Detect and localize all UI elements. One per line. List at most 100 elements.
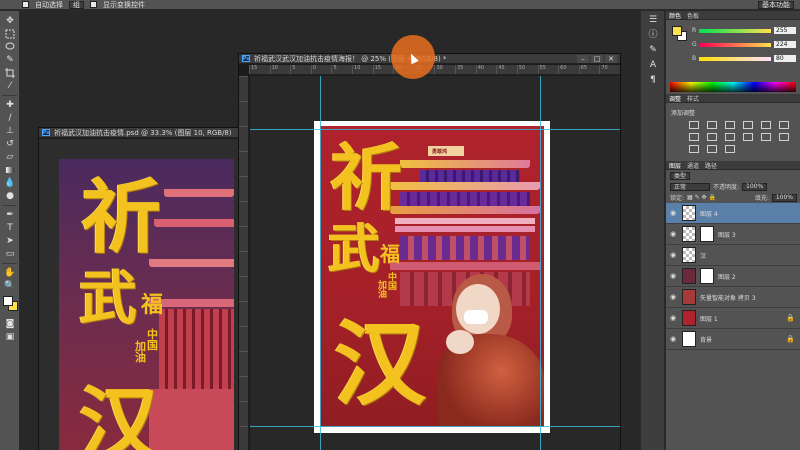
quick-mask-icon[interactable]: ◙ bbox=[3, 318, 17, 330]
layer-name[interactable]: 图层 1 bbox=[700, 314, 718, 323]
layer-name[interactable]: 汉 bbox=[700, 251, 706, 260]
visibility-eye-icon[interactable]: ◉ bbox=[670, 314, 678, 322]
path-select-icon[interactable]: ➤ bbox=[3, 235, 17, 247]
layer-row[interactable]: ◉ 图层 1 🔒 bbox=[666, 308, 800, 329]
document-canvas-front[interactable]: 勇敢鸿 祈 武 福 中国 加油 汉 bbox=[250, 76, 620, 450]
stamp-icon[interactable]: ⊥ bbox=[3, 125, 17, 137]
layer-thumbnail[interactable] bbox=[682, 268, 696, 284]
minimize-button[interactable]: – bbox=[577, 54, 589, 63]
marquee-icon[interactable] bbox=[3, 28, 17, 40]
layer-name[interactable]: 背景 bbox=[700, 335, 712, 344]
eyedropper-icon[interactable]: ⁄ bbox=[3, 80, 17, 92]
layer-row[interactable]: ◉ 矢量智能对象 拷贝 3 bbox=[666, 287, 800, 308]
hue-adjust-icon[interactable] bbox=[779, 121, 789, 129]
layer-row[interactable]: ◉ 背景 🔒 bbox=[666, 329, 800, 350]
document-window-front[interactable]: Ps 祈福武汉武汉加油抗击疫情海报！ @ 25% (图层 4, RGB/8) *… bbox=[238, 53, 621, 450]
visibility-eye-icon[interactable]: ◉ bbox=[670, 272, 678, 280]
layer-name[interactable]: 图层 3 bbox=[718, 230, 736, 239]
blend-mode-dropdown[interactable]: 正常 bbox=[670, 182, 710, 191]
fill-input[interactable]: 100% bbox=[771, 193, 797, 202]
vibrance-adjust-icon[interactable] bbox=[761, 121, 771, 129]
threshold-adjust-icon[interactable] bbox=[707, 145, 717, 153]
layer-row[interactable]: ◉ 图层 2 bbox=[666, 266, 800, 287]
tab-color[interactable]: 颜色 bbox=[669, 11, 681, 20]
zoom-icon[interactable]: 🔍 bbox=[3, 280, 17, 292]
quick-select-icon[interactable]: ✎ bbox=[3, 54, 17, 66]
color-swatches[interactable] bbox=[2, 296, 19, 318]
posterize-adjust-icon[interactable] bbox=[689, 145, 699, 153]
green-slider[interactable]: G 224 bbox=[692, 40, 796, 49]
lasso-icon[interactable] bbox=[3, 41, 17, 53]
color-balance-adjust-icon[interactable] bbox=[689, 133, 699, 141]
visibility-eye-icon[interactable]: ◉ bbox=[670, 293, 678, 301]
character-panel-icon[interactable]: A bbox=[646, 59, 660, 71]
visibility-eye-icon[interactable]: ◉ bbox=[670, 251, 678, 259]
history-panel-icon[interactable]: ☰ bbox=[646, 14, 660, 26]
brush-panel-icon[interactable]: ✎ bbox=[646, 44, 660, 56]
panel-foreground-swatch[interactable] bbox=[672, 26, 682, 36]
layer-filter-dropdown[interactable]: 类型 bbox=[670, 171, 691, 180]
document-window-back[interactable]: Ps 祈福武汉加油抗击疫情.psd @ 33.3% (图层 10, RGB/8)… bbox=[38, 127, 240, 450]
layer-row[interactable]: ◉ 图层 4 bbox=[666, 203, 800, 224]
tab-styles[interactable]: 样式 bbox=[687, 94, 699, 103]
screen-mode-icon[interactable]: ▣ bbox=[3, 331, 17, 343]
green-value[interactable]: 224 bbox=[774, 41, 796, 48]
paragraph-panel-icon[interactable]: ¶ bbox=[646, 74, 660, 86]
brush-icon[interactable]: ∕ bbox=[3, 112, 17, 124]
tab-channels[interactable]: 通道 bbox=[687, 161, 699, 170]
brightness-adjust-icon[interactable] bbox=[689, 121, 699, 129]
show-transform-checkbox[interactable] bbox=[90, 1, 97, 8]
red-value[interactable]: 255 bbox=[774, 27, 796, 34]
close-button[interactable]: ✕ bbox=[605, 54, 617, 63]
layer-mask-thumbnail[interactable] bbox=[700, 226, 714, 242]
blur-icon[interactable]: 💧 bbox=[3, 177, 17, 189]
tab-layers[interactable]: 图层 bbox=[669, 161, 681, 170]
healing-icon[interactable]: ✚ bbox=[3, 99, 17, 111]
tab-swatches[interactable]: 色板 bbox=[687, 11, 699, 20]
auto-select-dropdown[interactable]: 组 bbox=[69, 0, 84, 9]
opacity-input[interactable]: 100% bbox=[742, 182, 768, 191]
layer-thumbnail[interactable] bbox=[682, 310, 696, 326]
visibility-eye-icon[interactable]: ◉ bbox=[670, 230, 678, 238]
eraser-icon[interactable]: ▱ bbox=[3, 151, 17, 163]
auto-select-checkbox[interactable] bbox=[22, 1, 29, 8]
lock-icons[interactable]: ▦ ✎ ✥ 🔒 bbox=[687, 194, 716, 201]
move-icon[interactable]: ✥ bbox=[3, 15, 17, 27]
black-white-adjust-icon[interactable] bbox=[707, 133, 717, 141]
guide-line-vertical[interactable] bbox=[320, 76, 321, 450]
visibility-eye-icon[interactable]: ◉ bbox=[670, 335, 678, 343]
pen-icon[interactable]: ✒ bbox=[3, 209, 17, 221]
properties-panel-icon[interactable]: ⓘ bbox=[646, 29, 660, 41]
visibility-eye-icon[interactable]: ◉ bbox=[670, 209, 678, 217]
crop-icon[interactable] bbox=[3, 67, 17, 79]
color-spectrum-bar[interactable] bbox=[670, 82, 796, 92]
layer-name[interactable]: 图层 4 bbox=[700, 209, 718, 218]
layer-row[interactable]: ◉ 图层 3 bbox=[666, 224, 800, 245]
levels-adjust-icon[interactable] bbox=[707, 121, 717, 129]
horizontal-ruler[interactable]: 151050510152025303540455055606570 bbox=[249, 65, 620, 75]
layer-row[interactable]: ◉ 汉 bbox=[666, 245, 800, 266]
tab-adjustments[interactable]: 调整 bbox=[669, 94, 681, 103]
exposure-adjust-icon[interactable] bbox=[743, 121, 753, 129]
maximize-button[interactable]: □ bbox=[591, 54, 603, 63]
channel-mixer-adjust-icon[interactable] bbox=[743, 133, 753, 141]
layer-thumbnail[interactable] bbox=[682, 205, 696, 221]
vertical-ruler[interactable] bbox=[239, 76, 249, 450]
guide-line-vertical[interactable] bbox=[540, 76, 541, 450]
tab-paths[interactable]: 路径 bbox=[705, 161, 717, 170]
dodge-icon[interactable]: ● bbox=[3, 190, 17, 202]
color-lookup-adjust-icon[interactable] bbox=[761, 133, 771, 141]
invert-adjust-icon[interactable] bbox=[779, 133, 789, 141]
hand-icon[interactable]: ✋ bbox=[3, 267, 17, 279]
guide-line-horizontal[interactable] bbox=[250, 129, 620, 130]
layer-thumbnail[interactable] bbox=[682, 331, 696, 347]
layer-thumbnail[interactable] bbox=[682, 247, 696, 263]
document-canvas-back[interactable]: 祈 武 福 中国 加油 汉 bbox=[39, 139, 239, 450]
layer-mask-thumbnail[interactable] bbox=[700, 268, 714, 284]
gradient-icon[interactable] bbox=[3, 164, 17, 176]
curves-adjust-icon[interactable] bbox=[725, 121, 735, 129]
document-tab-back[interactable]: Ps 祈福武汉加油抗击疫情.psd @ 33.3% (图层 10, RGB/8) bbox=[39, 128, 239, 138]
layer-thumbnail[interactable] bbox=[682, 289, 696, 305]
layer-name[interactable]: 图层 2 bbox=[718, 272, 736, 281]
poster-artboard[interactable]: 勇敢鸿 祈 武 福 中国 加油 汉 bbox=[314, 121, 550, 433]
